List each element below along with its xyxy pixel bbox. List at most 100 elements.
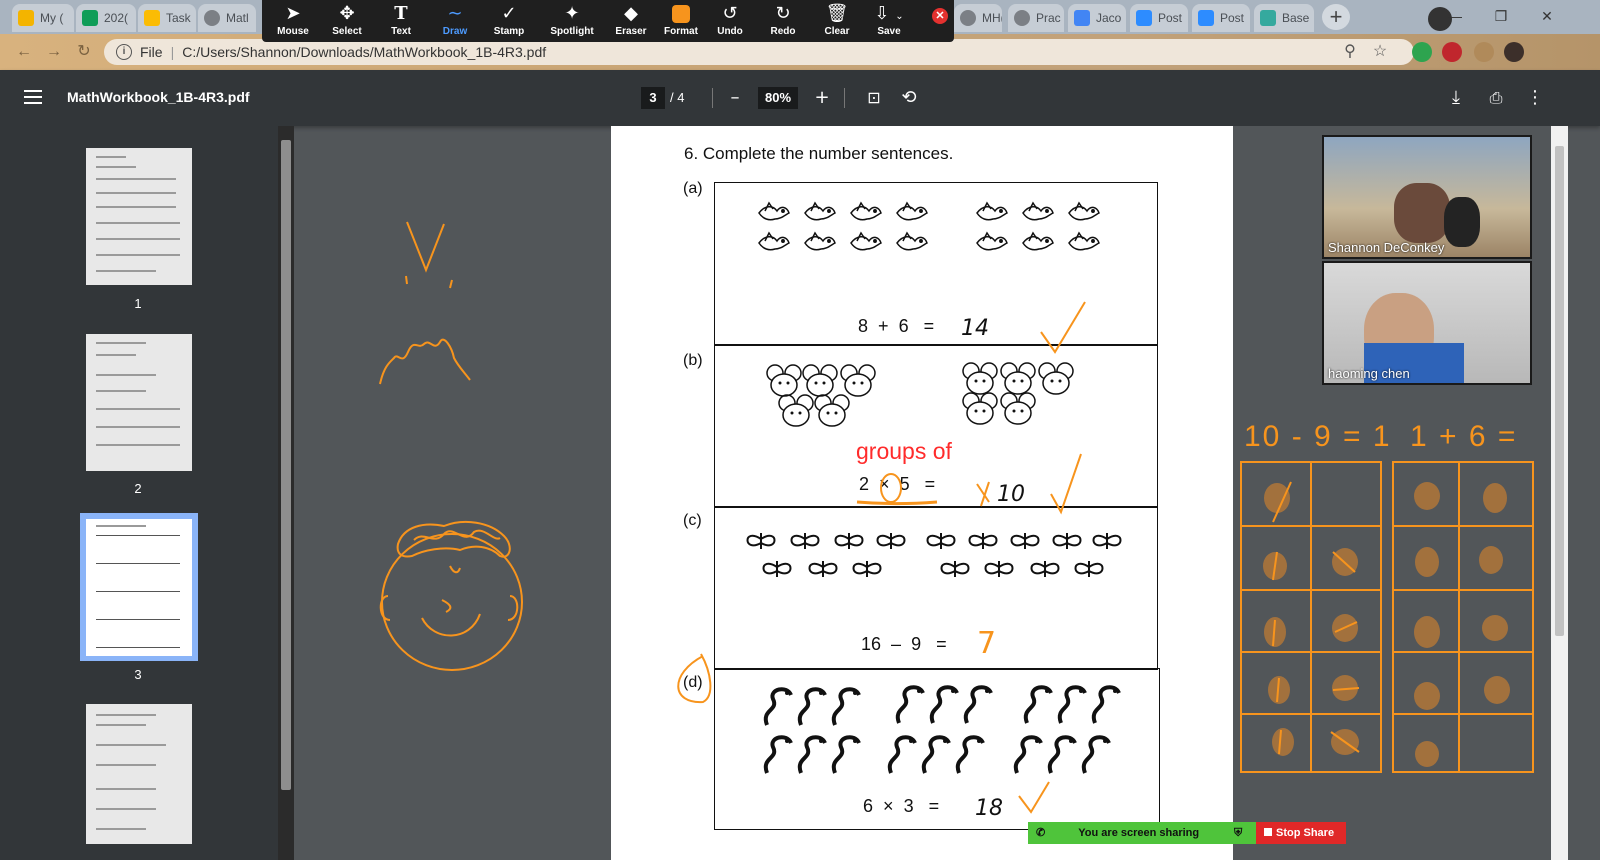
more-options-icon[interactable]: ⋮ <box>1521 84 1549 112</box>
screen-sharing-banner[interactable]: ✆ You are screen sharing ⛨ <box>1028 822 1256 844</box>
stop-share-button[interactable]: Stop Share <box>1256 822 1346 844</box>
url-text: C:/Users/Shannon/Downloads/MathWorkbook_… <box>182 44 547 60</box>
zoom-out-button[interactable]: – <box>721 84 749 112</box>
tool-label: Text <box>391 26 411 37</box>
undo-button[interactable]: ↺ Undo <box>703 2 757 42</box>
info-icon[interactable]: i <box>116 44 132 60</box>
browser-tab[interactable]: Jaco <box>1068 4 1126 32</box>
thumbnail-sidebar: 1 2 3 <box>0 126 278 860</box>
clear-button[interactable]: 🗑 Clear <box>810 2 864 42</box>
video-tile-student[interactable]: haoming chen <box>1322 261 1532 385</box>
tab-label: Matl <box>226 11 249 25</box>
browser-tab[interactable]: 202( <box>76 4 136 32</box>
pen-stroke-check <box>406 221 445 273</box>
close-window-icon[interactable]: ✕ <box>1524 0 1570 34</box>
trash-icon: 🗑 <box>825 3 849 24</box>
scheme-label: File <box>140 44 163 60</box>
url-field[interactable]: i File | C:/Users/Shannon/Downloads/Math… <box>104 39 1414 65</box>
zoom-in-button[interactable]: + <box>808 84 836 112</box>
puzzle-icon[interactable] <box>1474 42 1494 62</box>
sheets-icon <box>82 10 98 26</box>
browser-tab[interactable]: Post <box>1192 4 1250 32</box>
tool-label: Clear <box>824 26 850 37</box>
restore-icon[interactable]: ❐ <box>1478 0 1524 34</box>
spotlight-tool-button[interactable]: ✦ Spotlight <box>542 2 602 42</box>
new-tab-button[interactable]: + <box>1322 4 1350 30</box>
browser-tab[interactable]: MH( <box>954 4 1002 32</box>
participant-figure <box>1394 183 1450 243</box>
menu-icon[interactable] <box>24 90 42 108</box>
forward-icon[interactable]: → <box>42 40 66 64</box>
spotlight-icon: ✦ <box>564 3 580 24</box>
reload-icon[interactable]: ↻ <box>72 40 96 64</box>
save-button[interactable]: ⇩ ⌄ Save <box>862 2 916 42</box>
tool-label: Redo <box>770 26 796 37</box>
extension-icon[interactable] <box>1412 42 1432 62</box>
page-number-input[interactable]: 3 <box>641 87 665 109</box>
rotate-icon[interactable]: ⟲ <box>895 84 923 112</box>
docs-icon <box>1074 10 1090 26</box>
redo-icon: ↻ <box>775 3 791 24</box>
page-thumbnail[interactable] <box>86 148 192 285</box>
select-tool-button[interactable]: ✥ Select <box>320 2 374 42</box>
mouse-tool-button[interactable]: ➤ Mouse <box>266 2 320 42</box>
browser-tab[interactable]: Task <box>138 4 196 32</box>
ublock-icon[interactable] <box>1442 42 1462 62</box>
page-thumbnail[interactable] <box>86 334 192 471</box>
stamp-tool-button[interactable]: ✓ Stamp <box>482 2 536 42</box>
page-thumbnail[interactable] <box>86 704 192 844</box>
pen-stroke-scribble <box>379 338 471 385</box>
page-thumbnail-selected[interactable] <box>86 519 192 656</box>
globe-icon <box>204 10 220 26</box>
draw-icon: ∼ <box>447 3 463 24</box>
stop-icon <box>1264 828 1272 836</box>
sidebar-scrollbar[interactable] <box>278 126 294 860</box>
format-tool-button[interactable]: Format <box>654 2 708 42</box>
tool-label: Spotlight <box>550 26 594 37</box>
print-icon[interactable]: ⎙ <box>1482 84 1510 112</box>
zoom-input[interactable]: 80% <box>758 87 798 109</box>
browser-tab[interactable]: Prac <box>1008 4 1064 32</box>
pen-stroke-ears <box>379 595 519 621</box>
text-tool-button[interactable]: T Text <box>374 2 428 42</box>
draw-tool-button[interactable]: ∼ Draw <box>428 2 482 42</box>
tab-label: Prac <box>1036 11 1061 25</box>
browser-tab[interactable]: Post <box>1130 4 1188 32</box>
fit-page-icon[interactable]: ⊡ <box>860 84 888 112</box>
circle-annotation <box>880 473 902 503</box>
video-tile-teacher[interactable]: Shannon DeConkey <box>1322 135 1532 259</box>
underline-annotation <box>856 500 938 505</box>
pen-stroke-mark <box>405 275 453 289</box>
minimize-icon[interactable]: — <box>1432 0 1478 34</box>
cursor-icon: ➤ <box>285 3 301 24</box>
eraser-icon: ◆ <box>624 3 638 24</box>
back-icon[interactable]: ← <box>12 40 36 64</box>
bookmark-star-icon[interactable]: ☆ <box>1368 40 1392 64</box>
browser-tab[interactable]: Base <box>1254 4 1314 32</box>
tool-label: Format <box>664 26 698 37</box>
phone-icon: ✆ <box>1036 827 1046 839</box>
zoom-page-icon[interactable]: ⚲ <box>1338 40 1362 64</box>
checkmark-icon <box>1050 453 1082 515</box>
page-scrollbar[interactable] <box>1551 126 1568 860</box>
task-icon <box>144 10 160 26</box>
pen-stroke-eye <box>449 565 461 574</box>
browser-tab[interactable]: Matl <box>198 4 256 32</box>
eraser-tool-button[interactable]: ◆ Eraser <box>604 2 658 42</box>
redo-button[interactable]: ↻ Redo <box>756 2 810 42</box>
undo-icon: ↺ <box>722 3 738 24</box>
checkmark-icon: ✓ <box>501 3 517 24</box>
circle-annotation <box>677 653 712 704</box>
avatar[interactable] <box>1504 42 1524 62</box>
sharing-status-text: You are screen sharing <box>1078 827 1200 839</box>
tab-label: Base <box>1282 11 1310 25</box>
page-total: / 4 <box>670 90 685 105</box>
tool-label: Stamp <box>493 26 525 37</box>
pdf-toolbar: MathWorkbook_1B-4R3.pdf 3 / 4 – 80% + ⊡ … <box>0 70 1600 126</box>
download-icon[interactable]: ⤓ <box>1442 84 1470 112</box>
divider <box>844 88 845 108</box>
pen-stroke-nose <box>441 599 452 613</box>
close-annotation-icon[interactable]: ✕ <box>932 8 948 24</box>
divider: | <box>170 44 175 60</box>
browser-tab[interactable]: My ( <box>12 4 74 32</box>
